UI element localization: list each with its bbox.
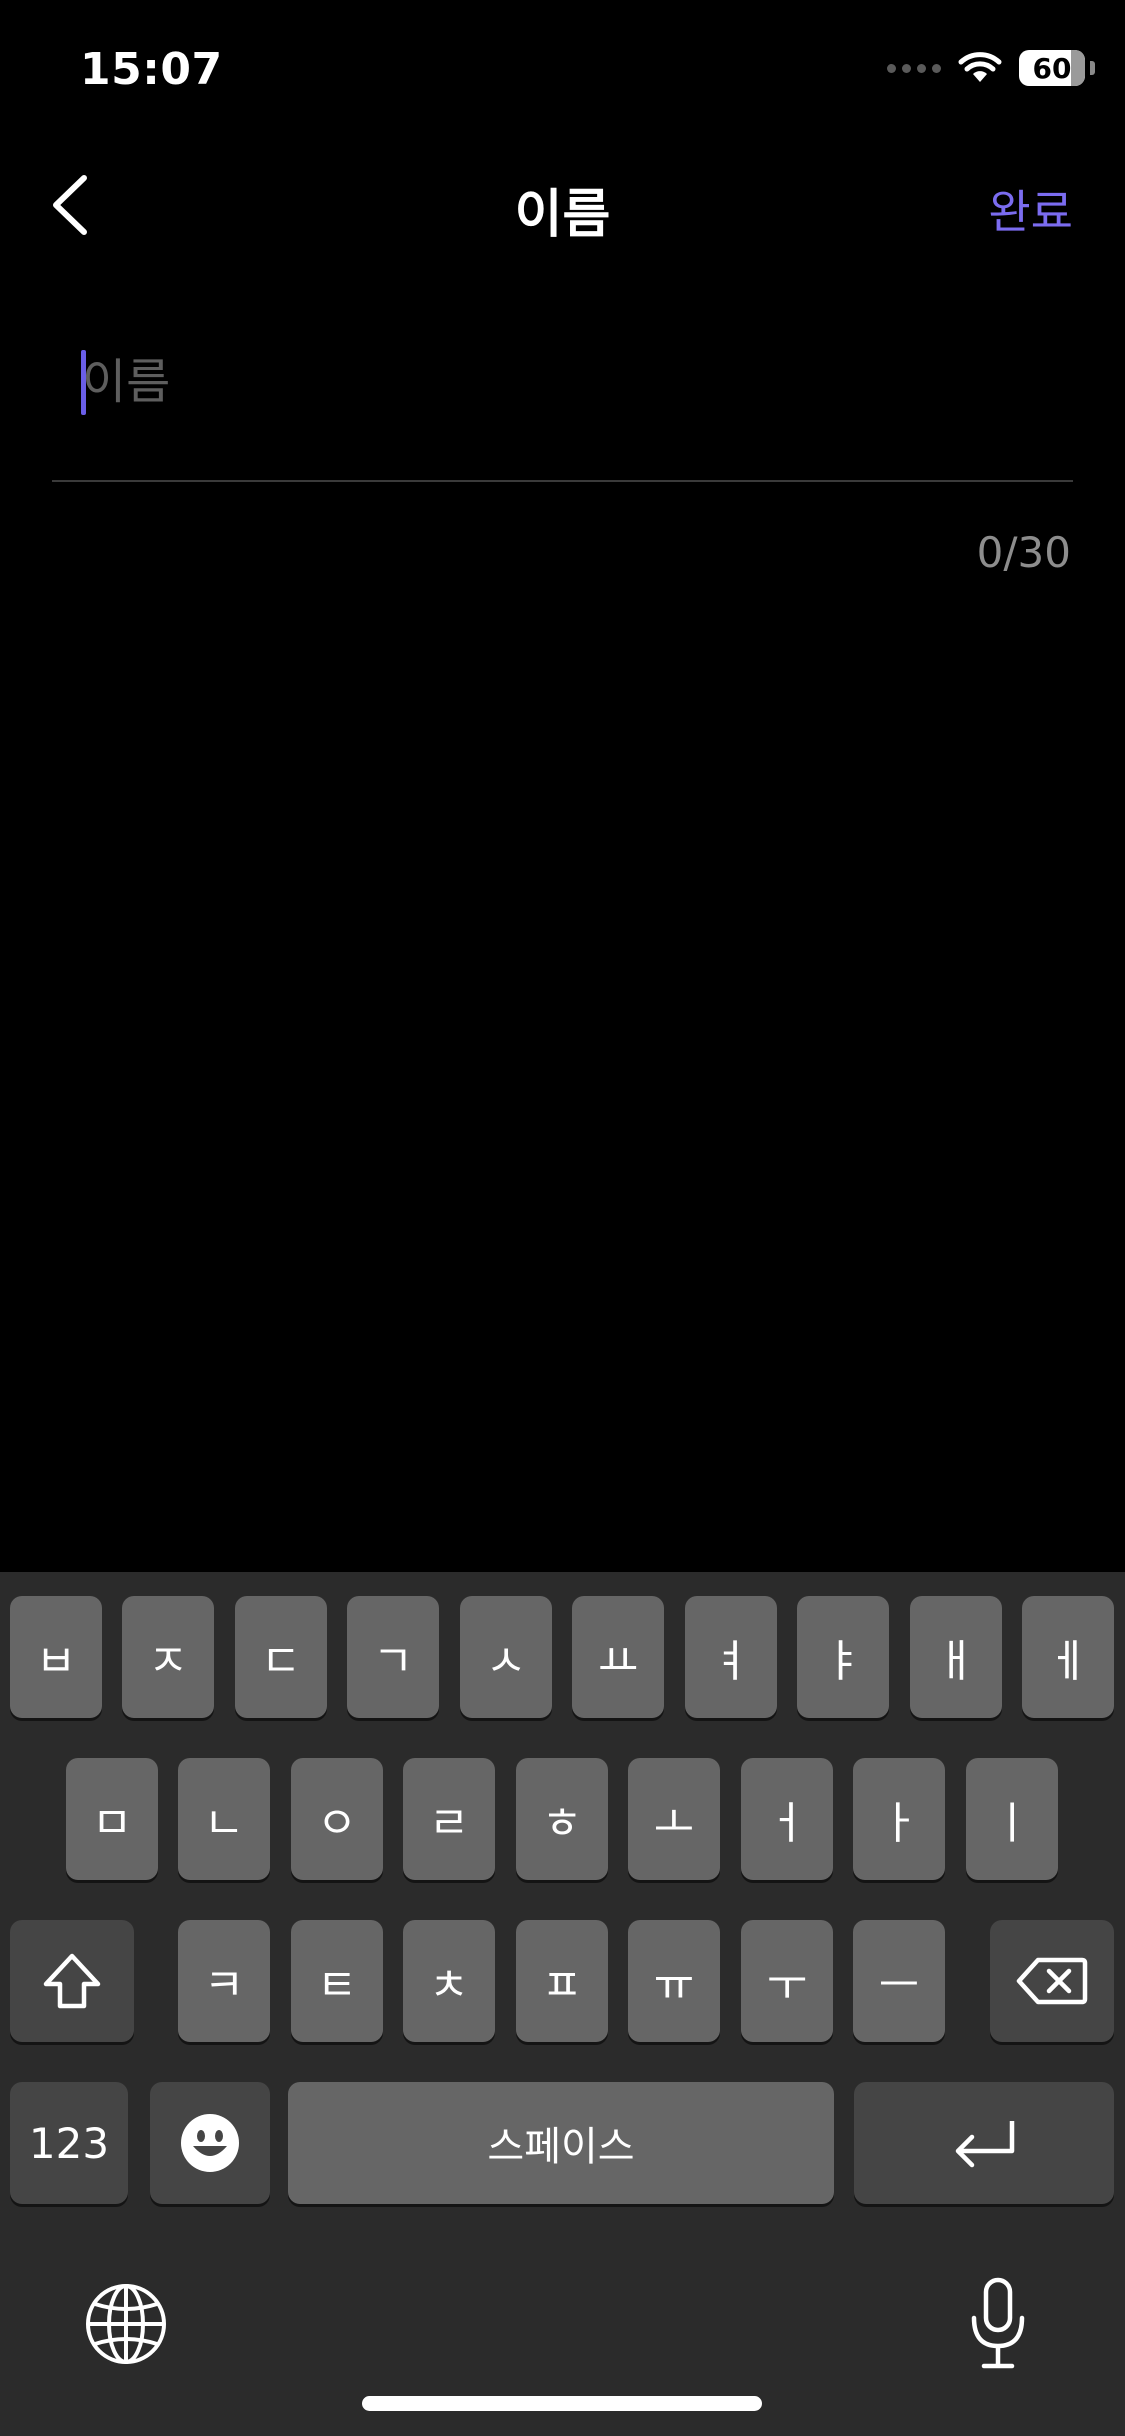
key-ㅊ[interactable]: ㅊ [403, 1920, 495, 2042]
return-icon [955, 2121, 1015, 2168]
status-time: 15:07 [80, 44, 223, 95]
microphone-icon[interactable] [968, 2276, 1028, 2372]
text-cursor [81, 350, 86, 415]
emoji-icon [181, 2114, 239, 2172]
battery-level: 60 [1032, 51, 1072, 85]
key-ㅠ[interactable]: ㅠ [628, 1920, 720, 2042]
name-field[interactable] [52, 330, 1073, 482]
key-ㅛ[interactable]: ㅛ [572, 1596, 664, 1718]
key-ㅡ[interactable]: ㅡ [853, 1920, 945, 2042]
delete-icon [1016, 1957, 1088, 2005]
battery-icon: 60 [1019, 50, 1095, 86]
key-ㅗ[interactable]: ㅗ [628, 1758, 720, 1880]
key-ㅏ[interactable]: ㅏ [853, 1758, 945, 1880]
numbers-key[interactable]: 123 [10, 2082, 128, 2204]
key-ㄱ[interactable]: ㄱ [347, 1596, 439, 1718]
emoji-key[interactable] [150, 2082, 270, 2204]
key-ㅕ[interactable]: ㅕ [685, 1596, 777, 1718]
home-indicator[interactable] [362, 2396, 762, 2411]
key-ㅎ[interactable]: ㅎ [516, 1758, 608, 1880]
page-title: 이름 [514, 185, 611, 245]
key-ㅈ[interactable]: ㅈ [122, 1596, 214, 1718]
done-button[interactable]: 완료 [988, 176, 1073, 242]
globe-icon[interactable] [84, 2282, 168, 2366]
key-ㄴ[interactable]: ㄴ [178, 1758, 270, 1880]
key-ㅍ[interactable]: ㅍ [516, 1920, 608, 2042]
key-ㅅ[interactable]: ㅅ [460, 1596, 552, 1718]
space-key[interactable]: 스페이스 [288, 2082, 834, 2204]
key-ㅜ[interactable]: ㅜ [741, 1920, 833, 2042]
return-key[interactable] [854, 2082, 1114, 2204]
key-ㅌ[interactable]: ㅌ [291, 1920, 383, 2042]
delete-key[interactable] [990, 1920, 1114, 2042]
key-ㅋ[interactable]: ㅋ [178, 1920, 270, 2042]
key-ㅂ[interactable]: ㅂ [10, 1596, 102, 1718]
wifi-icon [958, 52, 1002, 82]
key-ㅓ[interactable]: ㅓ [741, 1758, 833, 1880]
key-ㅣ[interactable]: ㅣ [966, 1758, 1058, 1880]
character-counter: 0/30 [976, 528, 1071, 577]
key-ㅇ[interactable]: ㅇ [291, 1758, 383, 1880]
shift-icon [43, 1953, 101, 2009]
key-ㄷ[interactable]: ㄷ [235, 1596, 327, 1718]
name-input[interactable] [82, 346, 982, 418]
shift-key[interactable] [10, 1920, 134, 2042]
cellular-signal-icon [887, 63, 941, 73]
key-ㅁ[interactable]: ㅁ [66, 1758, 158, 1880]
status-indicators: 60 [887, 46, 1095, 90]
key-ㅐ[interactable]: ㅐ [910, 1596, 1002, 1718]
key-ㄹ[interactable]: ㄹ [403, 1758, 495, 1880]
key-ㅑ[interactable]: ㅑ [797, 1596, 889, 1718]
key-ㅔ[interactable]: ㅔ [1022, 1596, 1114, 1718]
